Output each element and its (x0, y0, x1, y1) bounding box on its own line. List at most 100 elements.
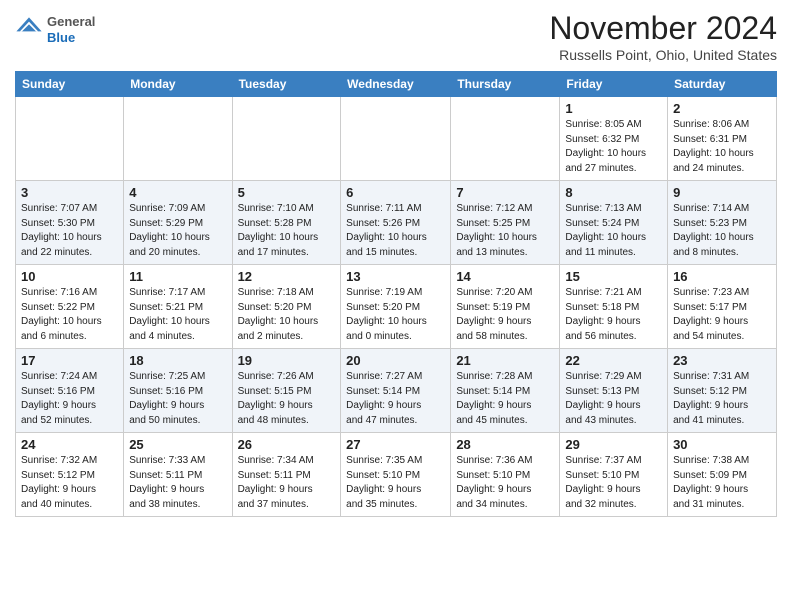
calendar-cell: 25 Sunrise: 7:33 AMSunset: 5:11 PMDayligh… (124, 433, 232, 517)
calendar-cell: 21 Sunrise: 7:28 AMSunset: 5:14 PMDayligh… (451, 349, 560, 433)
day-info: Sunrise: 7:25 AMSunset: 5:16 PMDaylight:… (129, 370, 226, 428)
weekday-header-row: SundayMondayTuesdayWednesdayThursdayFrid… (16, 72, 777, 97)
weekday-header-tuesday: Tuesday (232, 72, 341, 97)
day-number: 21 (456, 353, 554, 368)
calendar-cell: 29 Sunrise: 7:37 AMSunset: 5:10 PMDayligh… (560, 433, 668, 517)
calendar-cell: 13Sunrise: 7:19 AMSunset: 5:20 PMDayligh… (341, 265, 451, 349)
logo-icon (15, 16, 43, 44)
day-info: Sunrise: 7:18 AMSunset: 5:20 PMDaylight:… (238, 286, 336, 344)
day-number: 23 (673, 353, 771, 368)
calendar-cell: 8Sunrise: 7:13 AMSunset: 5:24 PMDaylight… (560, 181, 668, 265)
calendar-cell: 11 Sunrise: 7:17 AMSunset: 5:21 PMDayligh… (124, 265, 232, 349)
day-number: 19 (238, 353, 336, 368)
day-info: Sunrise: 7:28 AMSunset: 5:14 PMDaylight:… (456, 370, 554, 428)
day-number: 29 (565, 437, 662, 452)
week-row-2: 3Sunrise: 7:07 AMSunset: 5:30 PMDaylight… (16, 181, 777, 265)
calendar-cell: 26 Sunrise: 7:34 AMSunset: 5:11 PMDayligh… (232, 433, 341, 517)
day-info: Sunrise: 7:31 AMSunset: 5:12 PMDaylight:… (673, 370, 771, 428)
day-info: Sunrise: 7:32 AMSunset: 5:12 PMDaylight:… (21, 454, 118, 512)
week-row-3: 10 Sunrise: 7:16 AMSunset: 5:22 PMDayligh… (16, 265, 777, 349)
calendar-cell: 9Sunrise: 7:14 AMSunset: 5:23 PMDaylight… (668, 181, 777, 265)
day-number: 8 (565, 185, 662, 200)
weekday-header-sunday: Sunday (16, 72, 124, 97)
calendar: SundayMondayTuesdayWednesdayThursdayFrid… (15, 71, 777, 517)
day-number: 7 (456, 185, 554, 200)
location: Russells Point, Ohio, United States (549, 47, 777, 63)
day-number: 10 (21, 269, 118, 284)
calendar-cell: 19 Sunrise: 7:26 AMSunset: 5:15 PMDayligh… (232, 349, 341, 433)
calendar-cell (124, 97, 232, 181)
day-info: Sunrise: 7:12 AMSunset: 5:25 PMDaylight:… (456, 202, 554, 260)
day-info: Sunrise: 7:26 AMSunset: 5:15 PMDaylight:… (238, 370, 336, 428)
calendar-cell (232, 97, 341, 181)
day-info: Sunrise: 7:29 AMSunset: 5:13 PMDaylight:… (565, 370, 662, 428)
day-info: Sunrise: 7:23 AMSunset: 5:17 PMDaylight:… (673, 286, 771, 344)
calendar-cell (341, 97, 451, 181)
calendar-cell: 28 Sunrise: 7:36 AMSunset: 5:10 PMDayligh… (451, 433, 560, 517)
day-number: 2 (673, 101, 771, 116)
calendar-cell: 18 Sunrise: 7:25 AMSunset: 5:16 PMDayligh… (124, 349, 232, 433)
day-info: Sunrise: 7:17 AMSunset: 5:21 PMDaylight:… (129, 286, 226, 344)
day-info: Sunrise: 8:05 AMSunset: 6:32 PMDaylight:… (565, 118, 662, 176)
weekday-header-thursday: Thursday (451, 72, 560, 97)
calendar-cell: 2 Sunrise: 8:06 AMSunset: 6:31 PMDaylight… (668, 97, 777, 181)
calendar-cell: 27 Sunrise: 7:35 AMSunset: 5:10 PMDayligh… (341, 433, 451, 517)
day-info: Sunrise: 7:38 AMSunset: 5:09 PMDaylight:… (673, 454, 771, 512)
header: General Blue November 2024 Russells Poin… (15, 10, 777, 63)
day-number: 26 (238, 437, 336, 452)
calendar-cell: 23 Sunrise: 7:31 AMSunset: 5:12 PMDayligh… (668, 349, 777, 433)
weekday-header-friday: Friday (560, 72, 668, 97)
weekday-header-wednesday: Wednesday (341, 72, 451, 97)
day-number: 5 (238, 185, 336, 200)
calendar-cell: 22 Sunrise: 7:29 AMSunset: 5:13 PMDayligh… (560, 349, 668, 433)
page: General Blue November 2024 Russells Poin… (0, 0, 792, 527)
logo-general: General (47, 14, 95, 29)
day-number: 25 (129, 437, 226, 452)
logo-text: General Blue (47, 14, 95, 45)
calendar-cell: 20 Sunrise: 7:27 AMSunset: 5:14 PMDayligh… (341, 349, 451, 433)
day-number: 22 (565, 353, 662, 368)
day-info: Sunrise: 7:11 AMSunset: 5:26 PMDaylight:… (346, 202, 445, 260)
calendar-cell: 7 Sunrise: 7:12 AMSunset: 5:25 PMDaylight… (451, 181, 560, 265)
calendar-cell (16, 97, 124, 181)
day-info: Sunrise: 7:37 AMSunset: 5:10 PMDaylight:… (565, 454, 662, 512)
day-number: 27 (346, 437, 445, 452)
week-row-1: 1 Sunrise: 8:05 AMSunset: 6:32 PMDaylight… (16, 97, 777, 181)
day-number: 17 (21, 353, 118, 368)
day-number: 9 (673, 185, 771, 200)
week-row-5: 24 Sunrise: 7:32 AMSunset: 5:12 PMDayligh… (16, 433, 777, 517)
day-info: Sunrise: 7:20 AMSunset: 5:19 PMDaylight:… (456, 286, 554, 344)
day-number: 28 (456, 437, 554, 452)
title-block: November 2024 Russells Point, Ohio, Unit… (549, 10, 777, 63)
logo: General Blue (15, 14, 95, 45)
day-number: 14 (456, 269, 554, 284)
day-number: 6 (346, 185, 445, 200)
day-info: Sunrise: 7:36 AMSunset: 5:10 PMDaylight:… (456, 454, 554, 512)
calendar-cell: 10 Sunrise: 7:16 AMSunset: 5:22 PMDayligh… (16, 265, 124, 349)
weekday-header-monday: Monday (124, 72, 232, 97)
calendar-cell: 4Sunrise: 7:09 AMSunset: 5:29 PMDaylight… (124, 181, 232, 265)
calendar-cell: 15Sunrise: 7:21 AMSunset: 5:18 PMDayligh… (560, 265, 668, 349)
calendar-cell (451, 97, 560, 181)
day-info: Sunrise: 8:06 AMSunset: 6:31 PMDaylight:… (673, 118, 771, 176)
day-number: 16 (673, 269, 771, 284)
logo-blue: Blue (47, 30, 75, 45)
day-info: Sunrise: 7:16 AMSunset: 5:22 PMDaylight:… (21, 286, 118, 344)
day-info: Sunrise: 7:24 AMSunset: 5:16 PMDaylight:… (21, 370, 118, 428)
day-info: Sunrise: 7:27 AMSunset: 5:14 PMDaylight:… (346, 370, 445, 428)
weekday-header-saturday: Saturday (668, 72, 777, 97)
day-number: 1 (565, 101, 662, 116)
day-number: 18 (129, 353, 226, 368)
day-info: Sunrise: 7:07 AMSunset: 5:30 PMDaylight:… (21, 202, 118, 260)
day-number: 20 (346, 353, 445, 368)
day-number: 24 (21, 437, 118, 452)
day-info: Sunrise: 7:35 AMSunset: 5:10 PMDaylight:… (346, 454, 445, 512)
day-number: 30 (673, 437, 771, 452)
day-info: Sunrise: 7:34 AMSunset: 5:11 PMDaylight:… (238, 454, 336, 512)
day-number: 12 (238, 269, 336, 284)
day-number: 11 (129, 269, 226, 284)
day-info: Sunrise: 7:33 AMSunset: 5:11 PMDaylight:… (129, 454, 226, 512)
calendar-cell: 16 Sunrise: 7:23 AMSunset: 5:17 PMDayligh… (668, 265, 777, 349)
month-title: November 2024 (549, 10, 777, 47)
day-info: Sunrise: 7:10 AMSunset: 5:28 PMDaylight:… (238, 202, 336, 260)
